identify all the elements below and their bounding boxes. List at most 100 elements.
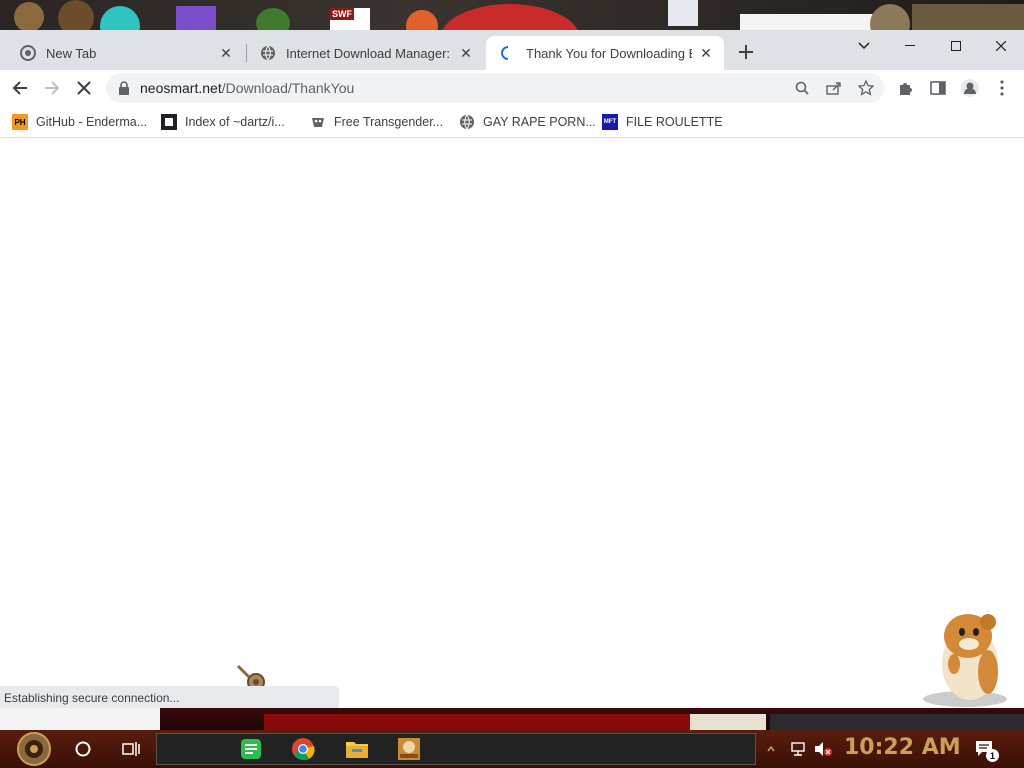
globe-icon bbox=[459, 114, 475, 130]
menu-kebab-icon[interactable] bbox=[990, 76, 1014, 100]
bookmark-github-enderman[interactable]: PH GitHub - Enderma... bbox=[12, 112, 147, 132]
bookmark-label: Index of ~dartz/i... bbox=[185, 115, 285, 129]
close-tab-icon[interactable]: ✕ bbox=[458, 45, 474, 61]
bookmark-globe-site[interactable]: GAY RAPE PORN... bbox=[459, 112, 596, 132]
close-tab-icon[interactable]: ✕ bbox=[218, 45, 234, 61]
search-icon[interactable] bbox=[792, 78, 812, 98]
bookmark-label: FILE ROULETTE bbox=[626, 115, 723, 129]
bookmark-free-transgender[interactable]: Free Transgender... bbox=[310, 112, 443, 132]
arrow-left-icon bbox=[12, 81, 27, 95]
film-icon bbox=[161, 114, 177, 130]
desktop-icon-firefox[interactable] bbox=[406, 10, 438, 30]
new-tab-button[interactable] bbox=[734, 40, 758, 64]
action-center-button[interactable]: 1 bbox=[970, 734, 1000, 764]
tab-title: Internet Download Manager: Th bbox=[286, 45, 452, 61]
plus-icon bbox=[739, 45, 753, 59]
tab-thank-you[interactable]: Thank You for Downloading Eas ✕ bbox=[486, 36, 724, 70]
desktop-icon-app[interactable] bbox=[100, 6, 140, 30]
bookmark-label: GitHub - Enderma... bbox=[36, 115, 148, 129]
decoration-panel bbox=[690, 714, 766, 730]
chrome-icon bbox=[20, 45, 36, 61]
notes-icon bbox=[241, 739, 261, 759]
show-hidden-icons-button[interactable] bbox=[764, 734, 778, 764]
desktop-decoration-machine bbox=[912, 4, 1024, 30]
decoration-panel bbox=[264, 714, 694, 730]
taskbar-app-chrome[interactable] bbox=[288, 734, 318, 764]
hamster-mascot-icon bbox=[920, 604, 1010, 709]
maximize-icon bbox=[951, 41, 961, 51]
url-text[interactable]: neosmart.net/Download/ThankYou bbox=[140, 80, 354, 96]
tab-search-button[interactable] bbox=[841, 30, 887, 62]
desktop-icon-visual-studio[interactable] bbox=[176, 6, 216, 30]
desktop-decoration-red bbox=[440, 4, 580, 30]
notification-count-badge: 1 bbox=[986, 749, 999, 762]
task-view-icon bbox=[122, 742, 140, 756]
desktop-icon-tree[interactable] bbox=[256, 8, 290, 30]
taskbar-app-game[interactable] bbox=[394, 734, 424, 764]
page-content bbox=[0, 139, 1024, 708]
desktop-decoration-white bbox=[740, 14, 890, 30]
share-icon[interactable] bbox=[824, 78, 844, 98]
tab-title: Thank You for Downloading Eas bbox=[526, 45, 692, 61]
swf-label-icon: SWF bbox=[330, 8, 354, 20]
mask-icon bbox=[310, 114, 326, 130]
bookmarks-bar: PH GitHub - Enderma... Index of ~dartz/i… bbox=[0, 106, 1024, 138]
system-clock[interactable]: 10:22 AM bbox=[844, 735, 961, 760]
close-window-button[interactable] bbox=[978, 30, 1024, 62]
forward-button[interactable] bbox=[38, 74, 66, 102]
taskbar-decoration bbox=[0, 708, 1024, 730]
chevron-up-icon bbox=[767, 745, 775, 752]
url-path: /Download/ThankYou bbox=[221, 80, 355, 96]
back-button[interactable] bbox=[6, 74, 34, 102]
taskbar-app-notes[interactable] bbox=[236, 734, 266, 764]
side-panel-icon[interactable] bbox=[926, 76, 950, 100]
tab-internet-download-manager[interactable]: Internet Download Manager: Th ✕ bbox=[246, 36, 484, 70]
globe-icon bbox=[260, 45, 276, 61]
desktop-icon-app2[interactable] bbox=[668, 0, 698, 26]
desktop-icon-gear[interactable] bbox=[58, 0, 94, 30]
desktop-icon-clock[interactable] bbox=[14, 2, 44, 30]
volume-muted-tray-icon[interactable] bbox=[808, 734, 838, 764]
start-button[interactable] bbox=[16, 731, 52, 767]
address-bar[interactable]: neosmart.net/Download/ThankYou bbox=[106, 73, 884, 103]
minimize-button[interactable] bbox=[887, 30, 933, 62]
bookmark-file-roulette[interactable]: MFT FILE ROULETTE bbox=[602, 112, 723, 132]
mft-icon: MFT bbox=[602, 114, 618, 130]
ph-icon: PH bbox=[12, 114, 28, 130]
close-tab-icon[interactable]: ✕ bbox=[698, 45, 714, 61]
bookmark-index-dartz[interactable]: Index of ~dartz/i... bbox=[161, 112, 285, 132]
desktop-decoration-steampunk bbox=[870, 4, 910, 30]
decoration-panel bbox=[0, 708, 160, 730]
close-icon bbox=[996, 41, 1006, 51]
task-view-button[interactable] bbox=[116, 734, 146, 764]
minimize-icon bbox=[905, 45, 915, 46]
tab-strip: New Tab ✕ Internet Download Manager: Th … bbox=[0, 30, 1024, 70]
steampunk-start-icon bbox=[17, 732, 51, 766]
search-button[interactable] bbox=[68, 734, 98, 764]
desktop-background-strip: SWF bbox=[0, 0, 1024, 30]
close-icon bbox=[77, 81, 91, 95]
status-bar: Establishing secure connection... bbox=[0, 686, 339, 709]
browser-toolbar: neosmart.net/Download/ThankYou bbox=[0, 70, 1024, 106]
decoration-panel bbox=[770, 714, 1024, 730]
maximize-button[interactable] bbox=[933, 30, 979, 62]
folder-icon bbox=[346, 742, 368, 758]
chrome-icon bbox=[292, 738, 315, 761]
arrow-right-icon bbox=[45, 81, 60, 95]
profile-avatar-icon[interactable] bbox=[958, 76, 982, 100]
chevron-down-icon bbox=[858, 42, 870, 50]
cortana-circle-icon bbox=[75, 741, 91, 757]
desktop-icon-swf[interactable]: SWF bbox=[330, 8, 370, 30]
browser-window: New Tab ✕ Internet Download Manager: Th … bbox=[0, 30, 1024, 709]
tab-new-tab[interactable]: New Tab ✕ bbox=[6, 36, 244, 70]
extensions-icon[interactable] bbox=[894, 76, 918, 100]
taskbar: 10:22 AM 1 bbox=[0, 730, 1024, 768]
url-host: neosmart.net bbox=[140, 80, 222, 96]
taskbar-app-file-explorer[interactable] bbox=[342, 734, 372, 764]
bookmark-star-icon[interactable] bbox=[856, 78, 876, 98]
stop-loading-button[interactable] bbox=[70, 74, 98, 102]
loading-spinner-icon bbox=[500, 45, 516, 61]
game-icon bbox=[398, 738, 420, 760]
tab-title: New Tab bbox=[46, 45, 97, 61]
lock-icon[interactable] bbox=[118, 81, 130, 95]
